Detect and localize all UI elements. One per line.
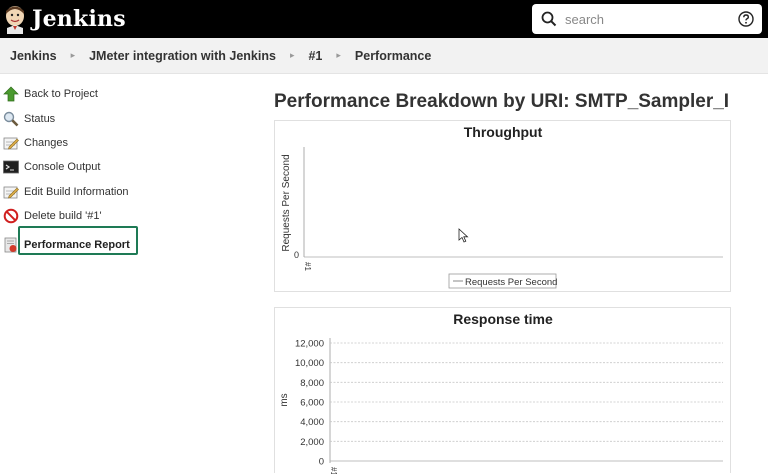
task-edit-build-information[interactable]: Edit Build Information bbox=[0, 180, 200, 204]
active-task-highlight bbox=[18, 226, 138, 255]
legend-label: Requests Per Second bbox=[465, 277, 557, 288]
jenkins-butler-icon bbox=[6, 6, 24, 34]
task-label: Changes bbox=[24, 136, 69, 149]
chart-title: Throughput bbox=[464, 124, 543, 140]
breadcrumb-performance[interactable]: Performance bbox=[355, 49, 431, 63]
breadcrumb-project[interactable]: JMeter integration with Jenkins bbox=[89, 49, 276, 63]
y-tick-label: 12,000 bbox=[295, 339, 324, 350]
task-label: Status bbox=[24, 112, 56, 125]
y-tick-label: 6,000 bbox=[300, 398, 324, 409]
notepad-icon bbox=[3, 137, 19, 150]
search-input[interactable] bbox=[565, 7, 725, 31]
search-icon bbox=[541, 11, 557, 27]
task-delete-build[interactable]: Delete build '#1' bbox=[0, 204, 200, 228]
throughput-chart-svg: Throughput Requests Per Second 0 #1 Requ… bbox=[281, 124, 723, 289]
top-header: Jenkins bbox=[0, 0, 768, 38]
y-tick-label: 0 bbox=[294, 250, 299, 260]
help-icon[interactable] bbox=[738, 11, 754, 27]
task-label: Back to Project bbox=[24, 88, 98, 101]
response-time-chart: Response time ms 0 2,000 4,000 6,000 8,000 10… bbox=[274, 307, 731, 474]
report-icon bbox=[4, 237, 17, 252]
y-tick-label: 0 bbox=[319, 457, 324, 468]
magnifier-icon bbox=[3, 111, 19, 126]
y-tick-label: 2,000 bbox=[300, 437, 324, 448]
chart-title: Response time bbox=[453, 311, 553, 327]
chevron-right-icon[interactable]: ▸ bbox=[71, 50, 76, 61]
response-time-chart-svg: Response time ms 0 2,000 4,000 6,000 8,000 10… bbox=[279, 311, 723, 474]
no-entry-icon bbox=[3, 208, 19, 224]
page-title: Performance Breakdown by URI: SMTP_Sampl… bbox=[274, 91, 730, 112]
y-tick-label: 4,000 bbox=[300, 417, 324, 428]
x-tick-label: #1 bbox=[303, 262, 312, 271]
breadcrumb: Jenkins ▸ JMeter integration with Jenkin… bbox=[0, 38, 768, 74]
y-tick-label: 8,000 bbox=[300, 378, 324, 389]
notepad-edit-icon bbox=[3, 186, 19, 199]
breadcrumb-jenkins[interactable]: Jenkins bbox=[10, 49, 57, 63]
task-back-to-project[interactable]: Back to Project bbox=[0, 82, 200, 106]
up-arrow-icon bbox=[3, 86, 19, 102]
task-label: Console Output bbox=[24, 161, 101, 174]
chevron-right-icon[interactable]: ▸ bbox=[336, 50, 341, 61]
search-box bbox=[532, 4, 762, 34]
y-axis-label: ms bbox=[279, 393, 290, 406]
y-tick-label: 10,000 bbox=[295, 358, 324, 369]
task-status[interactable]: Status bbox=[0, 106, 200, 130]
task-label: Edit Build Information bbox=[24, 185, 129, 198]
chevron-right-icon[interactable]: ▸ bbox=[290, 50, 295, 61]
task-changes[interactable]: Changes bbox=[0, 131, 200, 155]
breadcrumb-build[interactable]: #1 bbox=[308, 49, 322, 63]
brand-title: Jenkins bbox=[32, 6, 126, 32]
terminal-icon bbox=[3, 160, 19, 174]
y-axis-label: Requests Per Second bbox=[281, 154, 292, 251]
task-label: Delete build '#1' bbox=[24, 210, 102, 223]
task-console-output[interactable]: Console Output bbox=[0, 155, 200, 179]
mouse-cursor-icon bbox=[458, 228, 469, 243]
throughput-chart: Throughput Requests Per Second 0 #1 Requ… bbox=[274, 120, 731, 292]
jenkins-logo[interactable]: Jenkins bbox=[0, 0, 126, 38]
